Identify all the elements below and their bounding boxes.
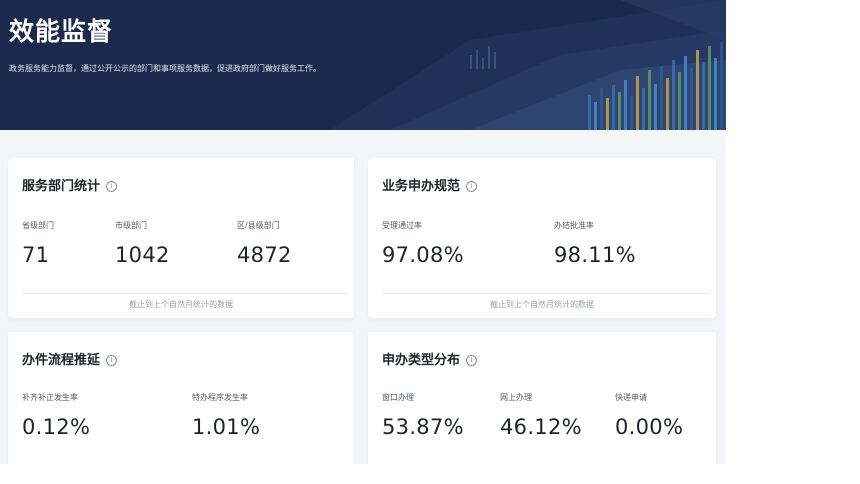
card-title: 业务申办规范 i [382, 175, 478, 194]
card-business-norms: 业务申办规范 i 受理通过率 97.08% 办结批准率 98.11% 截止到上个自… [368, 158, 716, 318]
card-title: 申办类型分布 i [382, 349, 478, 368]
card-title-text: 业务申办规范 [382, 179, 461, 194]
metric-window: 窗口办理 53.87% [382, 392, 464, 439]
metric-label: 办结批准率 [554, 221, 594, 230]
metric-special-rate: 特办程序发生率 1.01% [192, 392, 260, 439]
card-type-distribution: 申办类型分布 i 窗口办理 53.87% 网上办理 46.12% 快递申请 0.0… [368, 332, 716, 464]
metric-label: 窗口办理 [382, 393, 414, 402]
metric-value: 53.87% [382, 415, 464, 439]
metric-label: 特办程序发生率 [192, 393, 248, 402]
metric-approval-rate: 办结批准率 98.11% [554, 220, 636, 267]
metric-value: 1.01% [192, 415, 261, 439]
metric-label: 区/县级部门 [237, 221, 280, 230]
page-frame: 效能监督 政务服务能力监督，通过公开公示的部门和事项服务数据，促进政府部门做好服… [0, 0, 726, 464]
metric-value: 0.00% [615, 415, 684, 439]
metric-label: 受理通过率 [382, 221, 422, 230]
metric-accept-rate: 受理通过率 97.08% [382, 220, 464, 267]
card-dept-stats: 服务部门统计 i 省级部门 71 市级部门 1042 区/县级部门 4872 截止… [8, 158, 354, 318]
header-banner: 效能监督 政务服务能力监督，通过公开公示的部门和事项服务数据，促进政府部门做好服… [0, 0, 726, 130]
card-title: 办件流程推延 i [22, 349, 118, 368]
metric-supplement-rate: 补齐补正发生率 0.12% [22, 392, 90, 439]
metric-label: 市级部门 [115, 221, 147, 230]
metric-value: 4872 [237, 243, 292, 267]
metric-value: 71 [22, 243, 50, 267]
metric-label: 网上办理 [500, 393, 532, 402]
info-circle-icon[interactable]: i [106, 355, 118, 366]
metric-value: 46.12% [500, 415, 582, 439]
page-subtitle: 政务服务能力监督，通过公开公示的部门和事项服务数据，促进政府部门做好服务工作。 [9, 64, 321, 73]
metric-express: 快递申请 0.00% [615, 392, 683, 439]
card-title-text: 服务部门统计 [22, 179, 101, 194]
card-divider [22, 293, 348, 294]
page-title: 效能监督 [9, 17, 114, 46]
card-divider [382, 293, 710, 294]
card-title: 服务部门统计 i [22, 175, 118, 194]
metric-label: 快递申请 [615, 393, 647, 402]
metric-county: 区/县级部门 4872 [237, 220, 292, 267]
metric-provincial: 省级部门 71 [22, 220, 54, 267]
card-footnote: 截止到上个自然月统计的数据 [129, 300, 233, 309]
card-process-delay: 办件流程推延 i 补齐补正发生率 0.12% 特办程序发生率 1.01% [8, 332, 354, 464]
metric-city: 市级部门 1042 [115, 220, 170, 267]
info-circle-icon[interactable]: i [466, 355, 478, 366]
metric-label: 省级部门 [22, 221, 54, 230]
metric-value: 0.12% [22, 415, 91, 439]
metric-value: 98.11% [554, 243, 636, 267]
card-title-text: 办件流程推延 [22, 353, 101, 368]
card-title-text: 申办类型分布 [382, 353, 461, 368]
metric-value: 97.08% [382, 243, 464, 267]
metric-online: 网上办理 46.12% [500, 392, 582, 439]
info-circle-icon[interactable]: i [466, 181, 478, 192]
info-circle-icon[interactable]: i [106, 181, 118, 192]
card-footnote: 截止到上个自然月统计的数据 [490, 300, 594, 309]
metric-label: 补齐补正发生率 [22, 393, 78, 402]
metric-value: 1042 [115, 243, 170, 267]
